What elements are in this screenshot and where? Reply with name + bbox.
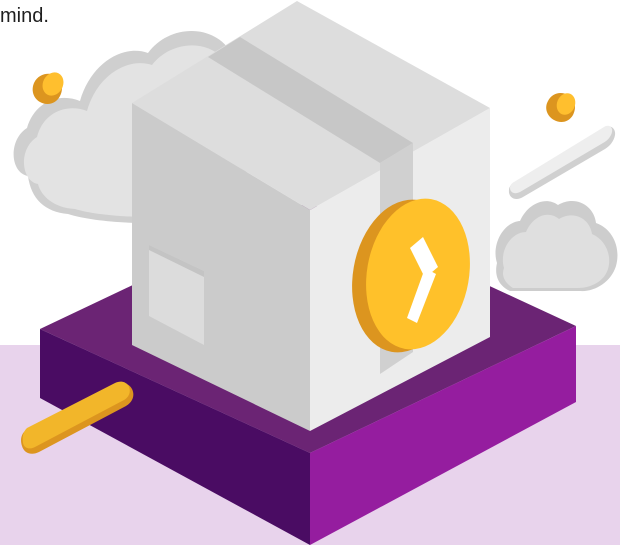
hero-illustration-frame: mind. [0,0,620,545]
right-cloud-icon [495,201,618,292]
gray-pill-icon [508,125,616,200]
isometric-storage-illustration [0,1,620,545]
gold-coin-icon [546,93,576,123]
